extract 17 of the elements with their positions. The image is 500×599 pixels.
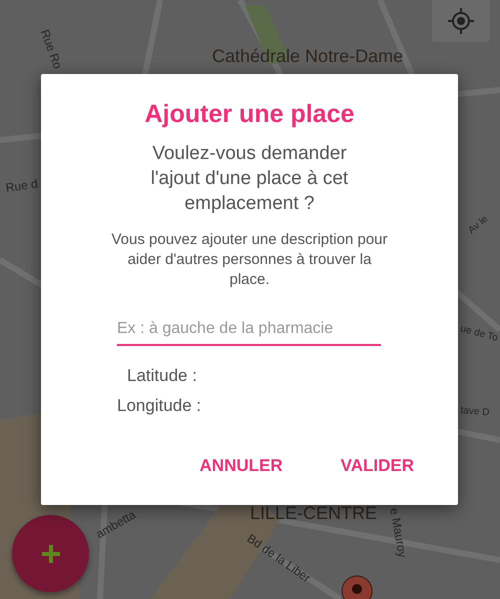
street-label: Rue Ro [38,28,64,71]
map-pin-icon [341,575,373,599]
confirm-button[interactable]: VALIDER [336,450,418,482]
hint-text: Vous pouvez ajouter une description pour aider d'autres personnes à trouver la place. [110,230,389,290]
place-label: LILLE-CENTRE [250,507,378,520]
locate-button[interactable] [432,0,490,42]
coordinate-label: Longitude : [117,396,202,416]
place-label: Cathédrale Notre-Dame [212,50,404,63]
street-label: tave D [460,404,490,420]
street-label: Av le [466,212,491,237]
cancel-button[interactable]: ANNULER [196,450,287,482]
question-text: Voulez-vous demander l'ajout d'une place à cet emplacement ? [150,142,350,216]
crosshair-icon [448,8,474,34]
plus-icon [42,544,60,562]
street-label: ue de To [459,322,500,345]
coordinate-label: Latitude : [127,366,197,386]
dialog-title: Ajouter une place [144,100,356,129]
